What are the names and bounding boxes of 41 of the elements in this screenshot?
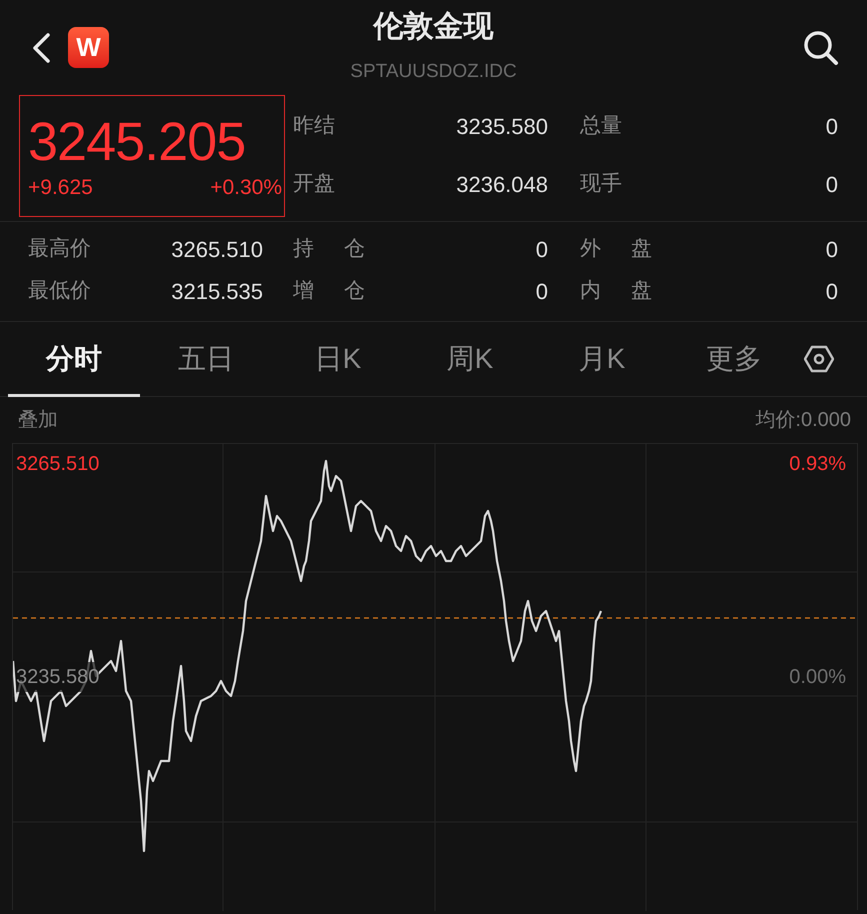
stat-label: 总量: [580, 113, 622, 140]
stat-label: 增 仓: [293, 278, 365, 304]
chart-tab[interactable]: 周K: [404, 322, 536, 396]
stat-value: 0: [826, 112, 838, 140]
stat-value: 3236.048: [456, 170, 548, 198]
stat-label: 昨结: [293, 113, 335, 140]
stat-label: 持 仓: [293, 236, 365, 262]
stat-label: 最高价: [28, 236, 91, 262]
axis-label: 0.00%: [789, 665, 846, 690]
stat-value: 3215.535: [171, 278, 263, 306]
axis-label: 3265.510: [16, 452, 100, 477]
chart-tab[interactable]: 更多: [668, 322, 800, 396]
price-change: +9.625: [28, 175, 93, 201]
stat-label: 最低价: [28, 278, 91, 304]
chart-tab[interactable]: 分时: [8, 322, 140, 396]
average-price: 均价:0.000: [755, 408, 851, 433]
stat-value: 0: [536, 278, 548, 306]
chart-tab[interactable]: 月K: [536, 322, 668, 396]
settings-icon[interactable]: [804, 345, 834, 373]
change-percent: +0.30%: [210, 175, 282, 201]
page-title: 伦敦金现: [374, 9, 494, 45]
chart-tab[interactable]: 日K: [272, 322, 404, 396]
last-price: 3245.205: [28, 114, 246, 170]
stat-value: 0: [826, 170, 838, 198]
stat-value: 0: [536, 236, 548, 264]
axis-label: 3235.580: [16, 662, 100, 692]
stat-value: 3235.580: [456, 112, 548, 140]
symbol-code: SPTAUUSDOZ.IDC: [350, 60, 517, 84]
app-logo: W: [68, 27, 109, 68]
chart-tab[interactable]: 五日: [140, 322, 272, 396]
search-icon[interactable]: [802, 29, 840, 67]
axis-label: 0.93%: [789, 452, 846, 477]
stat-label: 现手: [580, 171, 622, 198]
back-icon[interactable]: [30, 32, 52, 64]
stat-label: 内 盘: [580, 278, 652, 304]
stat-value: 0: [826, 278, 838, 306]
stat-value: 0: [826, 236, 838, 264]
stat-label: 外 盘: [580, 236, 652, 262]
stat-label: 开盘: [293, 171, 335, 198]
overlay-label[interactable]: 叠加: [18, 405, 58, 435]
stat-value: 3265.510: [171, 236, 263, 264]
